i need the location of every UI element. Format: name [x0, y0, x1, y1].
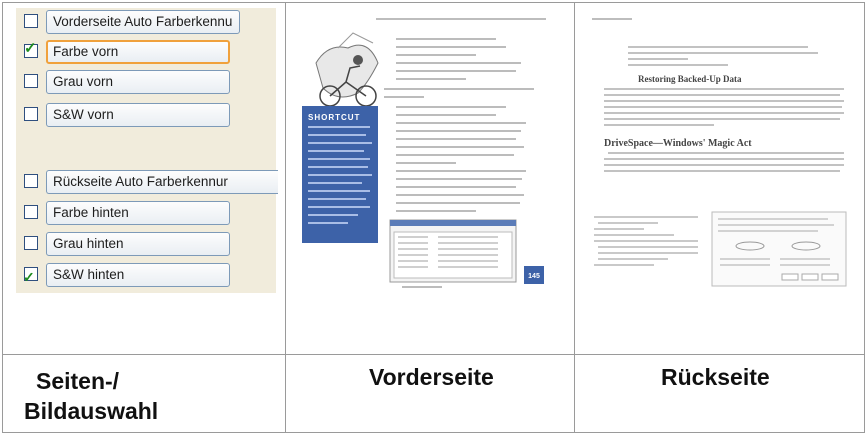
- column-divider: [285, 3, 286, 432]
- back-page-image: Restoring Backed-Up Data DriveSpace—Wind…: [592, 18, 847, 287]
- caption-middle: Vorderseite: [369, 364, 494, 390]
- embedded-dialog-screenshot: [711, 211, 847, 287]
- image-selection-panel: Vorderseite Auto Farberkennu ✓ Farbe vor…: [16, 8, 278, 293]
- caption-right: Rückseite: [661, 364, 770, 390]
- option-label: Grau hinten: [46, 232, 230, 256]
- option-back-color[interactable]: Farbe hinten: [24, 201, 276, 225]
- option-back-gray[interactable]: Grau hinten: [24, 232, 276, 256]
- back-page-thumbnail: Restoring Backed-Up Data DriveSpace—Wind…: [586, 8, 852, 293]
- caption-left-line2: Bildauswahl: [24, 398, 159, 424]
- checkbox[interactable]: [24, 107, 38, 121]
- option-label: S&W vorn: [46, 103, 230, 127]
- checkbox[interactable]: ✓: [23, 267, 38, 285]
- checkbox[interactable]: [24, 205, 38, 219]
- option-label: Grau vorn: [46, 70, 230, 94]
- column-divider: [574, 3, 575, 432]
- option-back-auto-color[interactable]: Rückseite Auto Farberkennur: [24, 170, 278, 194]
- caption-left-line1: Seiten-/: [36, 368, 120, 394]
- option-label: S&W hinten: [46, 263, 230, 287]
- option-front-bw[interactable]: S&W vorn: [24, 103, 276, 127]
- checkbox[interactable]: [24, 74, 38, 88]
- checkbox[interactable]: [24, 236, 38, 250]
- option-front-auto-color[interactable]: Vorderseite Auto Farberkennu: [24, 10, 276, 34]
- checkmark-icon: ✓: [23, 269, 35, 285]
- front-page-image: 145 SHORTCUT: [302, 18, 546, 288]
- option-label: Vorderseite Auto Farberkennu: [46, 10, 240, 34]
- option-front-gray[interactable]: Grau vorn: [24, 70, 276, 94]
- selection-underline: [47, 126, 229, 127]
- option-text: S&W vorn: [53, 107, 114, 122]
- shortcut-label: SHORTCUT: [308, 113, 360, 122]
- option-label: Farbe vorn: [46, 40, 230, 64]
- embedded-window-screenshot: [389, 219, 517, 283]
- option-front-color[interactable]: ✓ Farbe vorn: [24, 40, 276, 64]
- cyclist-illustration: [315, 32, 379, 107]
- page-number: 145: [528, 273, 540, 280]
- checkbox[interactable]: ✓: [24, 40, 38, 58]
- checkbox[interactable]: [24, 174, 38, 188]
- option-label: Farbe hinten: [46, 201, 230, 225]
- option-label: Rückseite Auto Farberkennur: [46, 170, 278, 194]
- option-back-bw[interactable]: ✓ S&W hinten: [23, 263, 276, 287]
- back-heading-2: DriveSpace—Windows' Magic Act: [604, 138, 752, 149]
- front-page-thumbnail: 145 SHORTCUT: [298, 8, 556, 293]
- checkbox[interactable]: [24, 14, 38, 28]
- back-heading-1: Restoring Backed-Up Data: [638, 74, 742, 84]
- checkmark-icon: ✓: [24, 40, 37, 57]
- row-divider: [3, 354, 864, 355]
